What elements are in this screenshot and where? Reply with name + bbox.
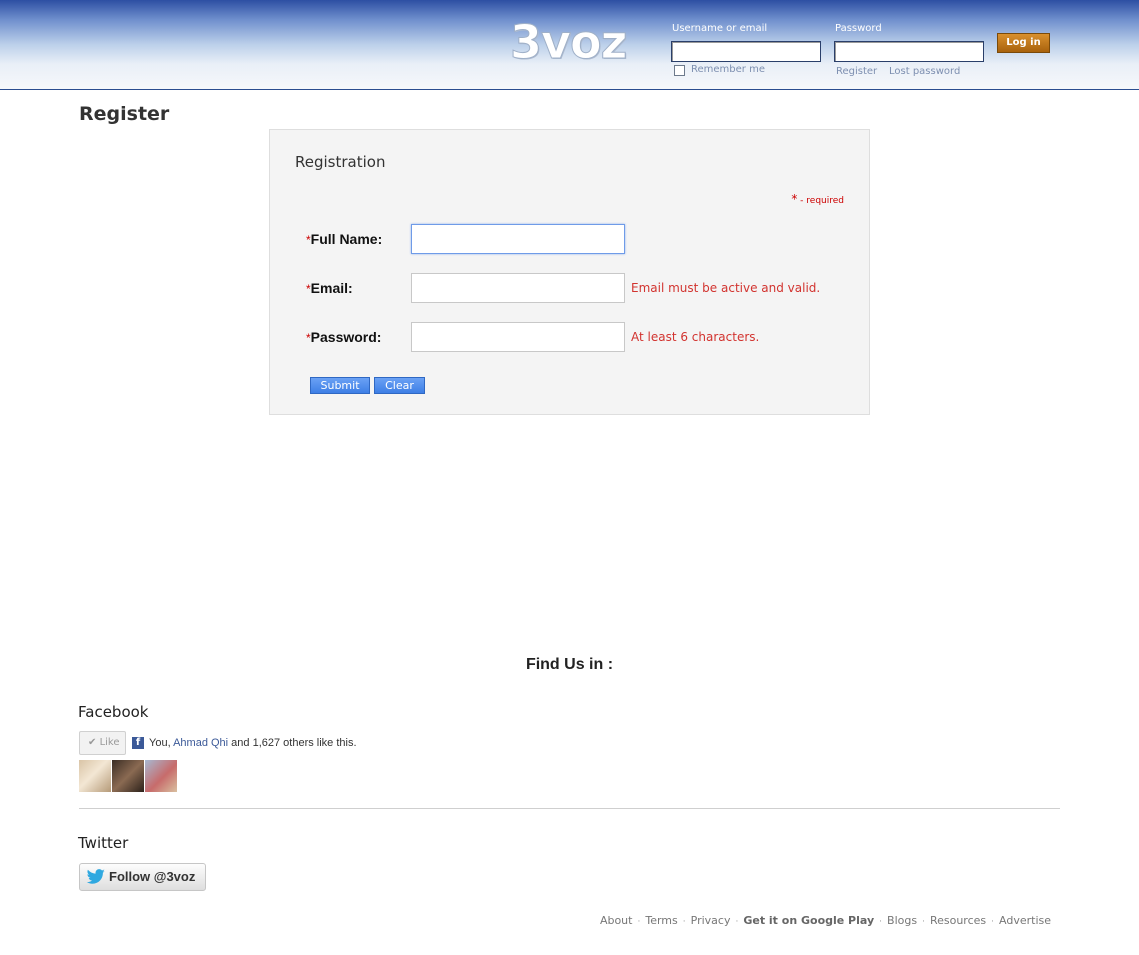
footer-link-about[interactable]: About <box>600 914 633 927</box>
footer-link-privacy[interactable]: Privacy <box>691 914 731 927</box>
submit-button[interactable]: Submit <box>310 377 370 394</box>
page-title: Register <box>79 103 170 125</box>
footer-separator: · <box>735 917 739 927</box>
password-input[interactable] <box>411 322 625 352</box>
remember-me-checkbox[interactable] <box>674 65 685 76</box>
footer-separator: · <box>922 917 925 927</box>
like-button-label: Like <box>99 737 120 748</box>
footer-link-advertise[interactable]: Advertise <box>999 914 1051 927</box>
avatar[interactable] <box>112 760 144 792</box>
password-label: Password <box>835 23 882 34</box>
full-name-label: *Full Name: <box>306 231 382 247</box>
footer-separator: · <box>637 917 641 927</box>
find-us-heading: Find Us in : <box>525 656 614 673</box>
facebook-title: Facebook <box>78 703 149 721</box>
footer-link-resources[interactable]: Resources <box>930 914 986 927</box>
username-label: Username or email <box>672 23 768 34</box>
like-text-suffix: and 1,627 others like this. <box>228 737 357 749</box>
avatar[interactable] <box>79 760 111 792</box>
lost-password-link[interactable]: Lost password <box>889 66 960 77</box>
footer-link-google-play[interactable]: Get it on Google Play <box>743 914 874 927</box>
password-label-text: Password: <box>310 329 382 345</box>
full-name-label-text: Full Name: <box>310 231 383 247</box>
registration-title: Registration <box>295 153 386 171</box>
login-button[interactable]: Log in <box>997 33 1050 53</box>
password-input[interactable] <box>834 41 984 62</box>
clear-button[interactable]: Clear <box>374 377 425 394</box>
avatar[interactable] <box>145 760 177 792</box>
footer-divider <box>79 808 1060 809</box>
remember-me-label[interactable]: Remember me <box>691 64 765 75</box>
like-text-prefix: You, <box>149 737 174 749</box>
footer-links: About · Terms · Privacy · Get it on Google Pla… <box>600 914 1051 927</box>
email-label: *Email: <box>306 280 353 296</box>
required-note-text: - required <box>797 196 844 206</box>
site-header: 3voz Username or email Password Log in R… <box>0 0 1139 90</box>
facebook-like-button[interactable]: ✔ Like <box>79 731 126 755</box>
site-logo[interactable]: 3voz <box>510 14 632 70</box>
check-icon: ✔ <box>88 737 97 748</box>
email-label-text: Email: <box>310 280 353 296</box>
register-link[interactable]: Register <box>836 66 877 77</box>
footer-link-blogs[interactable]: Blogs <box>887 914 917 927</box>
footer-separator: · <box>991 917 995 927</box>
footer-separator: · <box>682 917 686 927</box>
footer-separator: · <box>879 917 883 927</box>
password-label: *Password: <box>306 329 381 345</box>
email-input[interactable] <box>411 273 625 303</box>
password-hint: At least 6 characters. <box>631 330 760 344</box>
registration-panel: Registration * - required *Full Name: *E… <box>269 129 870 415</box>
required-note: * - required <box>791 192 844 206</box>
footer-link-terms[interactable]: Terms <box>645 914 677 927</box>
username-input[interactable] <box>671 41 821 62</box>
twitter-follow-button[interactable]: Follow @3voz <box>79 863 206 891</box>
friend-name-link[interactable]: Ahmad Qhi <box>173 737 228 749</box>
email-hint: Email must be active and valid. <box>631 281 821 295</box>
facebook-icon: f <box>132 737 144 749</box>
twitter-title: Twitter <box>78 834 129 852</box>
full-name-input[interactable] <box>411 224 625 254</box>
twitter-bird-icon <box>86 869 105 884</box>
facebook-like-text: You, Ahmad Qhi and 1,627 others like thi… <box>149 737 357 749</box>
twitter-follow-label: Follow @3voz <box>109 869 196 884</box>
